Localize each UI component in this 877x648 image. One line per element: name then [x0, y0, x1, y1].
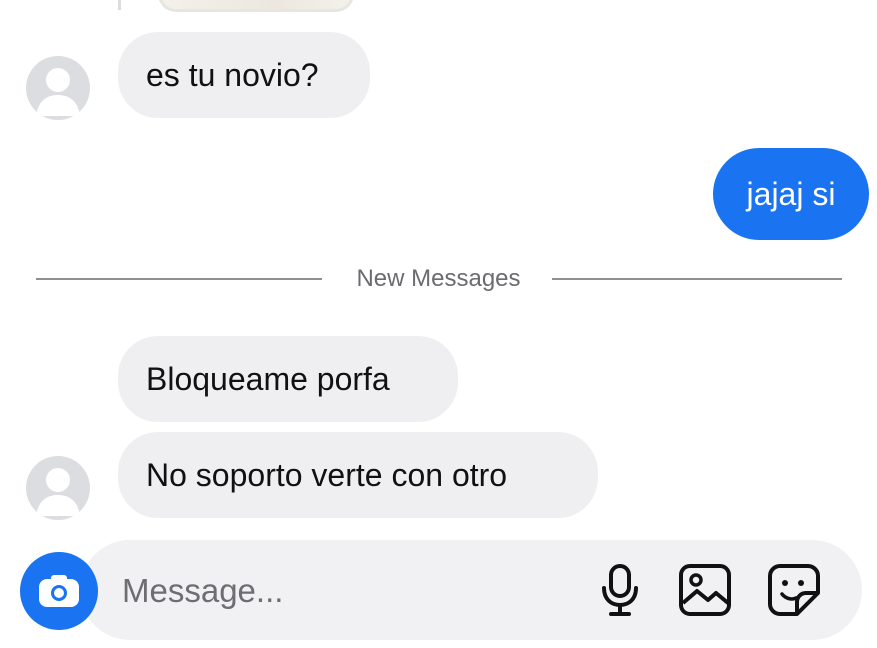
message-bubble[interactable]: Bloqueame porfa	[118, 336, 458, 422]
image-thread-line	[118, 0, 121, 10]
person-icon	[36, 68, 80, 116]
message-text: es tu novio?	[146, 57, 319, 93]
message-text: Bloqueame porfa	[146, 361, 390, 397]
person-icon	[36, 468, 80, 516]
image-message-preview[interactable]	[158, 0, 354, 12]
divider-line-left	[36, 278, 322, 280]
divider-line-right	[552, 278, 842, 280]
camera-button[interactable]	[20, 552, 98, 630]
camera-icon	[39, 575, 79, 607]
message-input[interactable]	[120, 565, 564, 617]
message-text: No soporto verte con otro	[146, 457, 508, 493]
new-messages-divider: New Messages	[356, 265, 521, 292]
microphone-icon	[602, 564, 638, 616]
gallery-button[interactable]	[675, 560, 735, 620]
message-bubble[interactable]: No soporto verte con otro	[118, 432, 598, 518]
message-bubble[interactable]: es tu novio?	[118, 32, 370, 118]
gallery-icon	[679, 564, 731, 616]
avatar[interactable]	[26, 56, 90, 120]
message-text: jajaj si	[746, 176, 836, 212]
sticker-button[interactable]	[764, 560, 824, 620]
voice-message-button[interactable]	[590, 560, 650, 620]
sticker-icon	[768, 564, 820, 616]
sent-message-bubble[interactable]: jajaj si	[713, 148, 869, 240]
avatar[interactable]	[26, 456, 90, 520]
